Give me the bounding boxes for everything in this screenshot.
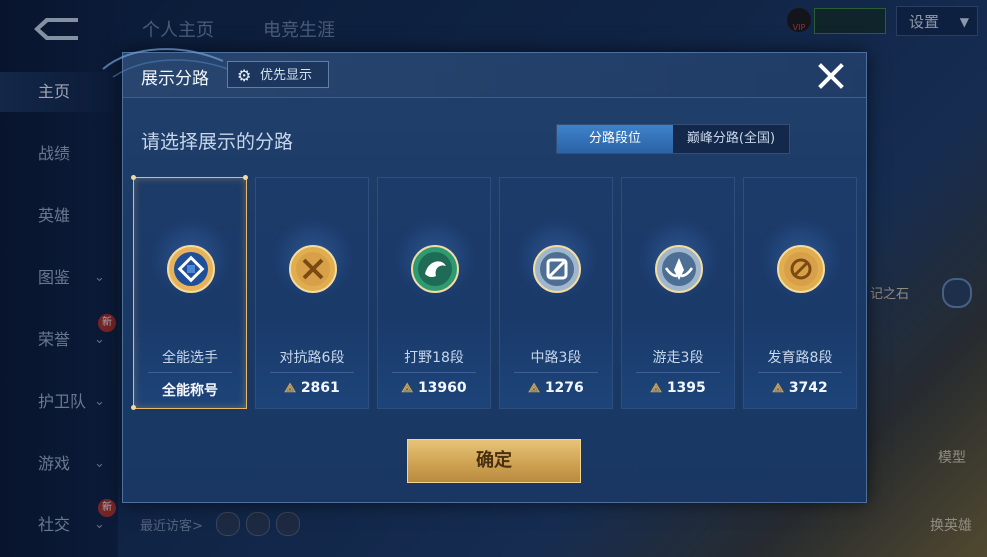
lane-score-value: 全能称号 [162, 383, 218, 399]
roam-emblem-icon [654, 244, 704, 294]
card-divider [270, 372, 354, 373]
close-icon [818, 63, 844, 89]
lane-score-value: 1395 [666, 380, 706, 396]
dialog-header: 展示分路 ⚙ 优先显示 [102, 48, 866, 98]
power-score-icon: ⟁ [650, 381, 662, 396]
lane-name: 游走3段 [652, 350, 704, 366]
selection-corner-dot [131, 405, 136, 410]
dialog-title: 展示分路 [141, 69, 209, 89]
close-button[interactable] [814, 59, 848, 93]
lane-card[interactable]: 中路3段 ⟁ 1276 [499, 177, 613, 409]
tab-peak-lane-national[interactable]: 巅峰分路(全国) [673, 125, 789, 153]
lane-score-value: 13960 [417, 380, 467, 396]
lane-name: 全能选手 [162, 350, 218, 366]
priority-display-button[interactable]: ⚙ 优先显示 [227, 61, 329, 88]
power-score-icon: ⟁ [401, 381, 413, 396]
clash-lane-emblem-icon [288, 244, 338, 294]
mid-lane-emblem-icon [532, 244, 582, 294]
card-divider [148, 372, 232, 373]
lane-card[interactable]: 全能选手 全能称号 [131, 175, 248, 410]
lane-display-dialog: 展示分路 ⚙ 优先显示 请选择展示的分路 分路段位 巅峰分路(全国) 全能选手全… [102, 48, 867, 503]
lane-score-value: 2861 [300, 380, 340, 396]
selection-corner-dot [131, 175, 136, 180]
lane-score: ⟁ 1276 [500, 380, 612, 396]
farm-lane-emblem-icon [776, 244, 826, 294]
all-round-emblem-icon [166, 244, 216, 294]
power-score-icon: ⟁ [528, 381, 540, 396]
lane-name: 对抗路6段 [279, 350, 345, 366]
lane-card[interactable]: 打野18段 ⟁ 13960 [377, 177, 491, 409]
lane-score: ⟁ 13960 [378, 380, 490, 396]
card-divider [758, 372, 842, 373]
lane-score: ⟁ 2861 [256, 380, 368, 396]
lane-card-list: 全能选手 全能称号 对抗路6段 ⟁ 2861 打野18段 ⟁ 13960 中路3段 ⟁ 1276 游走… [131, 175, 858, 411]
segment-control: 分路段位 巅峰分路(全国) [556, 124, 790, 154]
lane-score-value: 1276 [544, 380, 584, 396]
tab-lane-rank[interactable]: 分路段位 [557, 125, 673, 153]
lane-card[interactable]: 对抗路6段 ⟁ 2861 [255, 177, 369, 409]
power-score-icon: ⟁ [284, 381, 296, 396]
power-score-icon: ⟁ [772, 381, 784, 396]
card-divider [514, 372, 598, 373]
lane-name: 中路3段 [530, 350, 582, 366]
priority-display-label: 优先显示 [260, 68, 313, 83]
gear-icon: ⚙ [237, 66, 252, 85]
lane-name: 发育路8段 [767, 350, 833, 366]
card-divider [392, 372, 476, 373]
card-divider [636, 372, 720, 373]
lane-card[interactable]: 发育路8段 ⟁ 3742 [743, 177, 857, 409]
confirm-button[interactable]: 确定 [407, 439, 581, 483]
lane-name: 打野18段 [404, 350, 464, 366]
selection-corner-dot [243, 175, 248, 180]
lane-score-value: 3742 [788, 380, 828, 396]
jungle-emblem-icon [410, 244, 460, 294]
lane-card[interactable]: 游走3段 ⟁ 1395 [621, 177, 735, 409]
selection-prompt: 请选择展示的分路 [141, 131, 294, 153]
lane-score: ⟁ 3742 [744, 380, 856, 396]
lane-score: 全能称号 [134, 380, 246, 400]
lane-score: ⟁ 1395 [622, 380, 734, 396]
